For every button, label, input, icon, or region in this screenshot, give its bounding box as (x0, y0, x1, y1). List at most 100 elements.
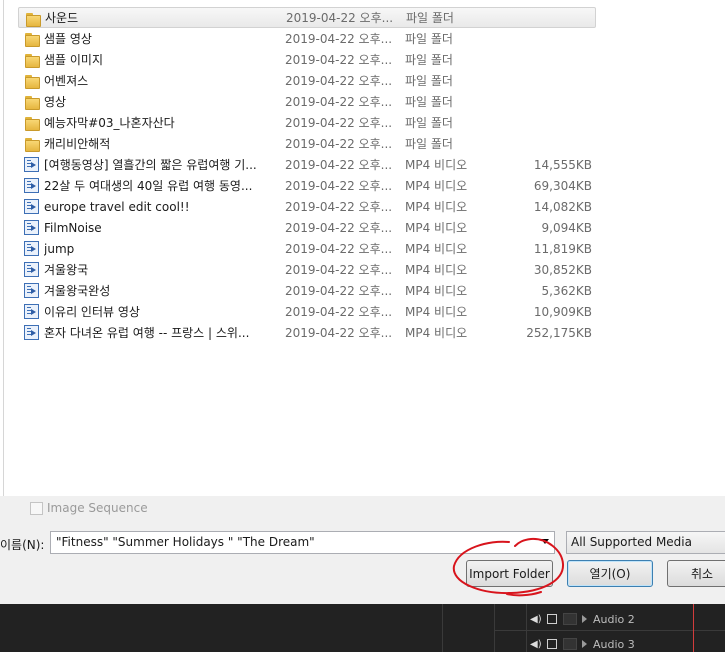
file-name: 겨울왕국 (44, 263, 89, 277)
folder-row[interactable]: 사운드 2019-04-22 오후... 파일 폴더 (18, 7, 596, 28)
video-file-icon (24, 220, 39, 235)
file-size: 14,555KB (533, 157, 592, 172)
file-type: MP4 비디오 (405, 200, 468, 214)
file-size: 9,094KB (541, 220, 592, 235)
file-name: 사운드 (45, 11, 79, 25)
track-audio-2[interactable]: ◀) Audio 2 (530, 608, 635, 630)
expand-icon[interactable] (582, 640, 587, 648)
file-size: 11,819KB (533, 241, 592, 256)
track-toggle[interactable] (547, 614, 557, 624)
file-date: 2019-04-22 오후... (285, 242, 393, 256)
track-toggle[interactable] (547, 639, 557, 649)
video-file-icon (24, 283, 39, 298)
file-type: MP4 비디오 (405, 179, 468, 193)
file-row[interactable]: 겨울왕국 2019-04-22 오후... MP4 비디오 30,852KB (18, 259, 596, 280)
file-type-select[interactable]: All Supported Media (566, 531, 725, 554)
file-type: 파일 폴더 (405, 32, 453, 46)
folder-icon (24, 136, 40, 152)
import-folder-button[interactable]: Import Folder (466, 560, 553, 587)
chevron-down-icon[interactable] (541, 539, 549, 544)
image-sequence-label: Image Sequence (47, 501, 148, 515)
folder-row[interactable]: 영상 2019-04-22 오후... 파일 폴더 (18, 91, 596, 112)
folder-row[interactable]: 예능자막#03_나혼자산다 2019-04-22 오후... 파일 폴더 (18, 112, 596, 133)
folder-icon (24, 115, 40, 131)
folder-icon (25, 11, 41, 27)
file-list[interactable]: 사운드 2019-04-22 오후... 파일 폴더 샘플 영상 2019-04-22 … (3, 0, 725, 496)
file-date: 2019-04-22 오후... (285, 158, 393, 172)
file-row[interactable]: 혼자 다녀온 유럽 여행 -- 프랑스 | 스위... 2019-04-22 오후… (18, 322, 596, 343)
file-date: 2019-04-22 오후... (285, 53, 393, 67)
dialog-footer: Image Sequence 이름(N): "Fitness" "Summer … (0, 496, 725, 604)
file-type: MP4 비디오 (405, 158, 468, 172)
file-row[interactable]: 22살 두 여대생의 40일 유럽 여행 동영... 2019-04-22 오후.… (18, 175, 596, 196)
file-type: 파일 폴더 (405, 137, 453, 151)
file-type: 파일 폴더 (406, 11, 454, 25)
file-date: 2019-04-22 오후... (285, 305, 393, 319)
cancel-button[interactable]: 취소 (667, 560, 725, 587)
file-type: 파일 폴더 (405, 74, 453, 88)
expand-icon[interactable] (582, 615, 587, 623)
track-lock[interactable] (563, 613, 577, 625)
file-size: 69,304KB (533, 178, 592, 193)
file-name: 영상 (44, 95, 67, 109)
file-name: 예능자막#03_나혼자산다 (44, 116, 175, 130)
folder-row[interactable]: 캐리비안해적 2019-04-22 오후... 파일 폴더 (18, 133, 596, 154)
file-name: jump (44, 241, 75, 256)
file-type: MP4 비디오 (405, 221, 468, 235)
file-date: 2019-04-22 오후... (285, 137, 393, 151)
filename-label: 이름(N): (0, 538, 45, 552)
file-type: 파일 폴더 (405, 95, 453, 109)
file-name: 22살 두 여대생의 40일 유럽 여행 동영... (44, 179, 253, 193)
track-lock[interactable] (563, 638, 577, 650)
folder-icon (24, 52, 40, 68)
filename-input[interactable]: "Fitness" "Summer Holidays " "The Dream" (50, 531, 555, 554)
file-date: 2019-04-22 오후... (285, 221, 393, 235)
file-date: 2019-04-22 오후... (285, 116, 393, 130)
file-type: 파일 폴더 (405, 53, 453, 67)
open-button[interactable]: 열기(O) (567, 560, 653, 587)
file-size: 10,909KB (533, 304, 592, 319)
file-row[interactable]: europe travel edit cool!! 2019-04-22 오후..… (18, 196, 596, 217)
speaker-icon[interactable]: ◀) (530, 614, 542, 625)
file-size: 5,362KB (541, 283, 592, 298)
folder-row[interactable]: 샘플 영상 2019-04-22 오후... 파일 폴더 (18, 28, 596, 49)
file-name: 혼자 다녀온 유럽 여행 -- 프랑스 | 스위... (44, 326, 250, 340)
video-file-icon (24, 157, 39, 172)
file-row[interactable]: 겨울왕국완성 2019-04-22 오후... MP4 비디오 5,362KB (18, 280, 596, 301)
open-file-dialog: 사운드 2019-04-22 오후... 파일 폴더 샘플 영상 2019-04-22 … (0, 0, 725, 604)
file-date: 2019-04-22 오후... (285, 179, 393, 193)
file-name: europe travel edit cool!! (44, 199, 190, 214)
track-label: Audio 3 (593, 637, 635, 651)
folder-row[interactable]: 어벤져스 2019-04-22 오후... 파일 폴더 (18, 70, 596, 91)
image-sequence-checkbox[interactable] (30, 501, 43, 515)
file-type: 파일 폴더 (405, 116, 453, 130)
video-file-icon (24, 178, 39, 193)
file-date: 2019-04-22 오후... (285, 74, 393, 88)
folder-icon (24, 73, 40, 89)
video-file-icon (24, 241, 39, 256)
editor-timeline: ◀) Audio 2 ◀) Audio 3 (0, 604, 725, 652)
folder-row[interactable]: 샘플 이미지 2019-04-22 오후... 파일 폴더 (18, 49, 596, 70)
file-row[interactable]: FilmNoise 2019-04-22 오후... MP4 비디오 9,094KB (18, 217, 596, 238)
file-name: 샘플 이미지 (44, 53, 104, 67)
speaker-icon[interactable]: ◀) (530, 639, 542, 650)
playhead[interactable] (693, 604, 694, 652)
folder-icon (24, 31, 40, 47)
file-row[interactable]: 이유리 인터뷰 영상 2019-04-22 오후... MP4 비디오 10,909K… (18, 301, 596, 322)
file-type: MP4 비디오 (405, 263, 468, 277)
file-name: 이유리 인터뷰 영상 (44, 305, 140, 319)
file-row[interactable]: jump 2019-04-22 오후... MP4 비디오 11,819KB (18, 238, 596, 259)
file-size: 14,082KB (533, 199, 592, 214)
file-type: MP4 비디오 (405, 326, 468, 340)
file-type: MP4 비디오 (405, 305, 468, 319)
image-sequence-option: Image Sequence (30, 501, 148, 515)
file-row[interactable]: [여행동영상] 열흘간의 짧은 유럽여행 기... 2019-04-22 오후..… (18, 154, 596, 175)
track-label: Audio 2 (593, 612, 635, 626)
file-name: 샘플 영상 (44, 32, 92, 46)
folder-icon (24, 94, 40, 110)
file-name: FilmNoise (44, 220, 102, 235)
file-type: MP4 비디오 (405, 242, 468, 256)
video-file-icon (24, 325, 39, 340)
file-date: 2019-04-22 오후... (285, 326, 393, 340)
file-date: 2019-04-22 오후... (285, 32, 393, 46)
